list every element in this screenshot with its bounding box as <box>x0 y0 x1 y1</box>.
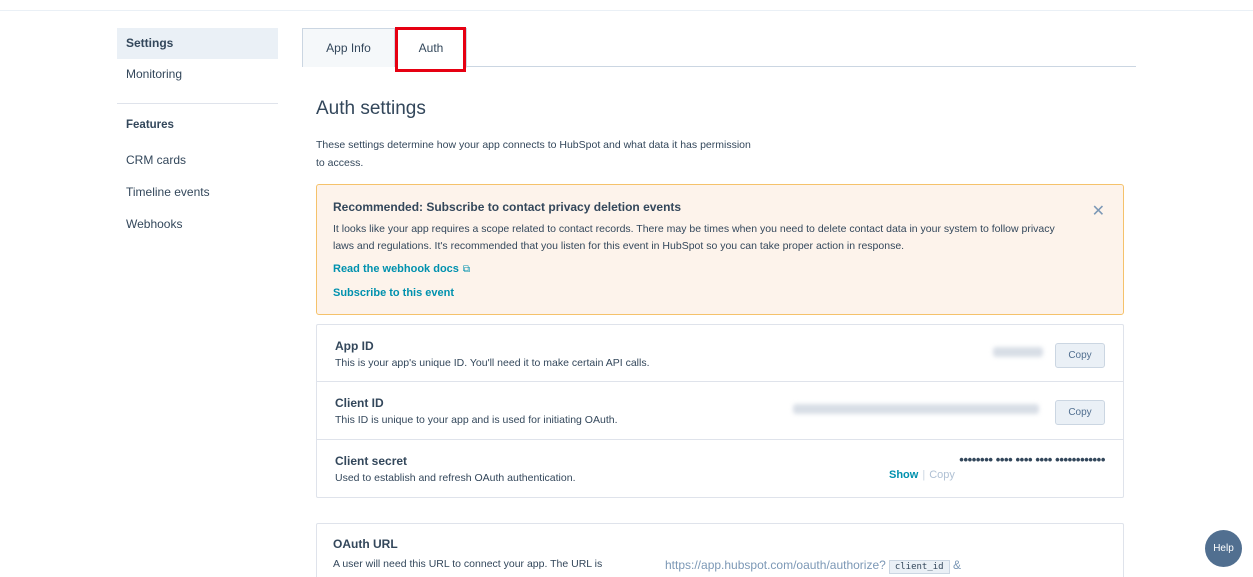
client-secret-masked: •••••••• •••• •••• •••• •••••••••••• <box>959 452 1105 467</box>
client-id-description: This ID is unique to your app and is use… <box>335 414 618 426</box>
client-id-param-tag: client_id <box>888 560 950 574</box>
tab-app-info[interactable]: App Info <box>302 28 395 67</box>
sidebar-item-webhooks[interactable]: Webhooks <box>117 208 278 240</box>
client-secret-row: Client secret Used to establish and refr… <box>317 440 1123 498</box>
show-secret-link[interactable]: Show <box>889 469 918 481</box>
client-secret-description: Used to establish and refresh OAuth auth… <box>335 472 576 484</box>
app-id-title: App ID <box>335 339 374 353</box>
help-button[interactable]: Help <box>1205 530 1242 567</box>
alert-body: It looks like your app requires a scope … <box>333 223 1055 252</box>
client-id-title: Client ID <box>335 396 384 410</box>
sidebar-item-settings[interactable]: Settings <box>117 28 278 59</box>
oauth-description: A user will need this URL to connect you… <box>333 558 603 570</box>
client-secret-title: Client secret <box>335 454 408 468</box>
sidebar-item-monitoring[interactable]: Monitoring <box>117 59 278 90</box>
tab-bar: App Info Auth <box>302 28 1136 68</box>
app-id-row: App ID This is your app's unique ID. You… <box>317 325 1123 382</box>
sidebar-item-timeline-events[interactable]: Timeline events <box>117 176 278 208</box>
close-icon[interactable]: ✕ <box>1092 201 1105 221</box>
client-id-value-redacted <box>793 404 1039 414</box>
separator: | <box>922 469 926 481</box>
external-link-icon: ⧉ <box>462 264 471 275</box>
oauth-url-suffix: & <box>952 558 961 572</box>
oauth-url: https://app.hubspot.com/oauth/authorize?… <box>665 558 961 574</box>
subscribe-event-link[interactable]: Subscribe to this event <box>333 287 454 299</box>
alert-banner: Recommended: Subscribe to contact privac… <box>316 184 1124 315</box>
app-id-description: This is your app's unique ID. You'll nee… <box>335 357 650 369</box>
sidebar: Settings Monitoring Features CRM cards T… <box>117 28 278 240</box>
copy-app-id-button[interactable]: Copy <box>1055 343 1105 368</box>
read-webhook-docs-link[interactable]: Read the webhook docs ⧉ <box>333 263 470 275</box>
oauth-url-prefix: https://app.hubspot.com/oauth/authorize? <box>665 558 886 572</box>
copy-secret-link[interactable]: Copy <box>929 469 955 481</box>
sidebar-item-crm-cards[interactable]: CRM cards <box>117 144 278 176</box>
oauth-url-panel: OAuth URL A user will need this URL to c… <box>316 523 1124 577</box>
read-webhook-docs-label: Read the webhook docs <box>333 263 459 275</box>
sidebar-divider <box>117 103 278 104</box>
credentials-panel: App ID This is your app's unique ID. You… <box>316 324 1124 498</box>
copy-client-id-button[interactable]: Copy <box>1055 400 1105 425</box>
top-divider <box>0 10 1253 11</box>
tab-auth[interactable]: Auth <box>395 28 467 68</box>
page-title: Auth settings <box>316 98 426 119</box>
sidebar-heading-features: Features <box>126 119 174 131</box>
oauth-title: OAuth URL <box>333 537 398 551</box>
client-secret-actions: Show | Copy <box>889 469 955 481</box>
client-id-row: Client ID This ID is unique to your app … <box>317 382 1123 440</box>
intro-text: These settings determine how your app co… <box>316 139 751 169</box>
app-id-value-redacted <box>993 347 1043 357</box>
alert-title: Recommended: Subscribe to contact privac… <box>333 200 682 214</box>
